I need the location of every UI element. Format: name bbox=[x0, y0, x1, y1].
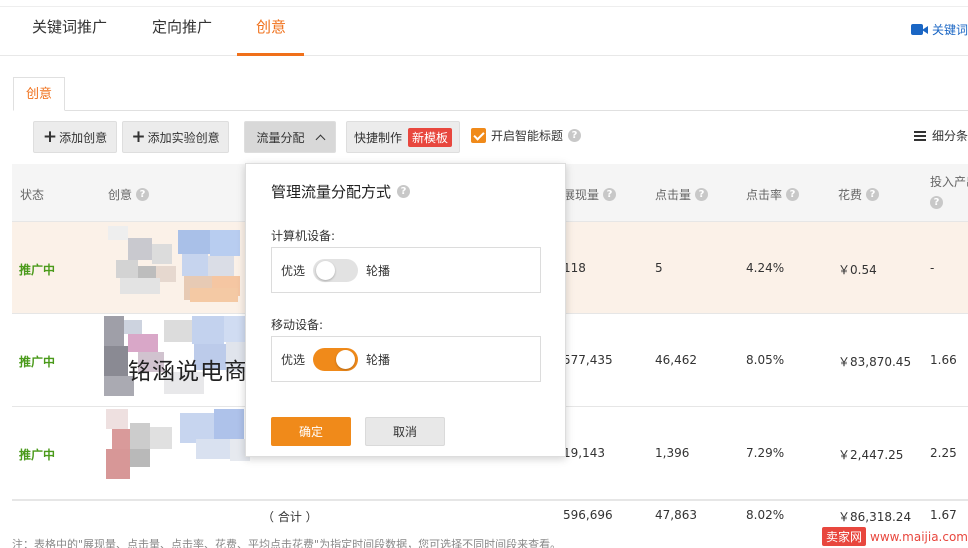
help-icon[interactable]: ? bbox=[930, 196, 943, 209]
header-roi[interactable]: 投入产出? bbox=[930, 173, 968, 209]
help-icon[interactable]: ? bbox=[603, 188, 617, 201]
help-icon[interactable]: ? bbox=[695, 188, 709, 201]
table-footnote: 注：表格中的"展现量、点击量、点击率、花费、平均点击花费"为指定时间段数据，您可… bbox=[12, 538, 562, 548]
clicks-value: 5 bbox=[655, 261, 663, 275]
mobile-allocation-option: 优选 轮播 bbox=[271, 336, 541, 382]
segment-button[interactable]: 细分条 bbox=[913, 127, 968, 144]
popover-title-text: 管理流量分配方式 bbox=[271, 183, 392, 201]
cost-value: ￥0.54 bbox=[838, 263, 877, 277]
header-clicks-label: 点击量 bbox=[655, 188, 692, 202]
overlay-watermark: 铭涵说电商 bbox=[128, 359, 248, 385]
help-icon[interactable]: ? bbox=[136, 188, 150, 201]
help-icon[interactable]: ? bbox=[866, 188, 880, 201]
pc-device-label: 计算机设备: bbox=[271, 229, 336, 243]
divider bbox=[0, 6, 968, 7]
toggle-knob bbox=[316, 260, 336, 280]
status-text: 推广中 bbox=[19, 263, 56, 277]
cost-value: ￥83,870.45 bbox=[838, 355, 912, 369]
creative-thumbnail[interactable] bbox=[106, 226, 256, 310]
total-clicks: 47,863 bbox=[655, 508, 697, 522]
header-ctr[interactable]: 点击率? bbox=[746, 186, 800, 203]
add-creative-label: 添加创意 bbox=[59, 130, 108, 145]
panel-tab-creative[interactable]: 创意 bbox=[13, 77, 65, 111]
ctr-value: 8.05% bbox=[746, 353, 785, 367]
prefer-label: 优选 bbox=[281, 352, 306, 367]
tab-keyword-promotion[interactable]: 关键词推广 bbox=[32, 16, 107, 37]
tab-creative[interactable]: 创意 bbox=[256, 16, 286, 37]
add-creative-button[interactable]: + 添加创意 bbox=[33, 121, 117, 153]
status-text: 推广中 bbox=[19, 448, 56, 462]
checkbox-checked-icon[interactable] bbox=[471, 128, 486, 143]
header-creative-label: 创意 bbox=[108, 188, 133, 202]
header-status: 状态 bbox=[20, 188, 45, 202]
plus-icon: + bbox=[42, 126, 58, 147]
roi-value: 2.25 bbox=[930, 446, 957, 460]
header-cost-label: 花费 bbox=[838, 188, 863, 202]
ctr-value: 7.29% bbox=[746, 446, 785, 460]
mobile-allocation-toggle[interactable] bbox=[313, 347, 359, 371]
mobile-device-label: 移动设备: bbox=[271, 318, 324, 332]
list-icon bbox=[913, 130, 926, 141]
total-ctr: 8.02% bbox=[746, 508, 785, 522]
divider bbox=[13, 110, 968, 111]
tab-targeted-promotion[interactable]: 定向推广 bbox=[152, 16, 212, 37]
segment-label: 细分条 bbox=[931, 129, 968, 143]
smart-title-toggle[interactable]: 开启智能标题 ? bbox=[471, 127, 582, 144]
help-icon[interactable]: ? bbox=[786, 188, 800, 201]
header-impressions-label: 展现量 bbox=[563, 188, 600, 202]
top-nav: 关键词推广 定向推广 创意 关键词 bbox=[0, 0, 968, 56]
traffic-allocation-label: 流量分配 bbox=[256, 130, 305, 145]
pc-allocation-option: 优选 轮播 bbox=[271, 247, 541, 293]
quick-make-label: 快捷制作 bbox=[353, 130, 402, 145]
header-impressions[interactable]: 展现量? bbox=[563, 186, 617, 203]
header-creative: 创意? bbox=[108, 186, 150, 203]
total-roi: 1.67 bbox=[930, 508, 957, 522]
cost-value: ￥2,447.25 bbox=[838, 448, 904, 462]
toggle-knob bbox=[336, 349, 356, 369]
clicks-value: 46,462 bbox=[655, 353, 697, 367]
roi-value: - bbox=[930, 261, 935, 275]
site-watermark: 卖家网 www.maijia.com bbox=[821, 527, 968, 546]
active-tab-indicator bbox=[237, 53, 304, 56]
impressions-value: 118 bbox=[563, 261, 586, 275]
roi-value: 1.66 bbox=[930, 353, 957, 367]
traffic-allocation-popover: 管理流量分配方式 ? 计算机设备: 优选 轮播 移动设备: 优选 轮播 确定 取… bbox=[245, 163, 566, 457]
total-impressions: 596,696 bbox=[563, 508, 613, 522]
clicks-value: 1,396 bbox=[655, 446, 690, 460]
total-label: （ 合计 ） bbox=[262, 510, 318, 524]
smart-title-label: 开启智能标题 bbox=[491, 129, 564, 143]
site-watermark-url: www.maijia.com bbox=[870, 529, 968, 544]
traffic-allocation-button[interactable]: 流量分配 bbox=[244, 121, 336, 153]
video-tutorial-link[interactable]: 关键词 bbox=[910, 21, 968, 38]
header-ctr-label: 点击率 bbox=[746, 188, 783, 202]
add-experiment-creative-button[interactable]: + 添加实验创意 bbox=[122, 121, 229, 153]
header-roi-label: 投入产出 bbox=[930, 175, 968, 189]
plus-icon: + bbox=[131, 126, 146, 147]
impressions-value: 577,435 bbox=[563, 353, 613, 367]
total-row: （ 合计 ） 596,696 47,863 8.02% ￥86,318.24 1… bbox=[12, 500, 968, 530]
total-cost: ￥86,318.24 bbox=[838, 510, 912, 524]
quick-make-button[interactable]: 快捷制作 新模板 bbox=[346, 121, 460, 153]
pc-allocation-toggle[interactable] bbox=[313, 258, 359, 282]
impressions-value: 19,143 bbox=[563, 446, 605, 460]
help-icon[interactable]: ? bbox=[397, 185, 411, 198]
add-experiment-label: 添加实验创意 bbox=[147, 130, 220, 145]
rotate-label: 轮播 bbox=[366, 263, 391, 278]
rotate-label: 轮播 bbox=[366, 352, 391, 367]
popover-title: 管理流量分配方式 ? bbox=[271, 181, 411, 202]
status-text: 推广中 bbox=[19, 355, 56, 369]
video-link-label: 关键词 bbox=[931, 23, 968, 37]
cancel-button[interactable]: 取消 bbox=[365, 417, 445, 446]
prefer-label: 优选 bbox=[281, 263, 306, 278]
help-icon[interactable]: ? bbox=[568, 129, 582, 142]
confirm-button[interactable]: 确定 bbox=[271, 417, 351, 446]
chevron-up-icon bbox=[315, 134, 325, 144]
ctr-value: 4.24% bbox=[746, 261, 785, 275]
site-watermark-brand: 卖家网 bbox=[821, 527, 866, 546]
header-cost[interactable]: 花费? bbox=[838, 186, 880, 203]
creative-thumbnail[interactable] bbox=[106, 409, 256, 481]
header-clicks[interactable]: 点击量? bbox=[655, 186, 709, 203]
new-template-badge: 新模板 bbox=[408, 127, 453, 147]
video-camera-icon bbox=[910, 24, 928, 35]
